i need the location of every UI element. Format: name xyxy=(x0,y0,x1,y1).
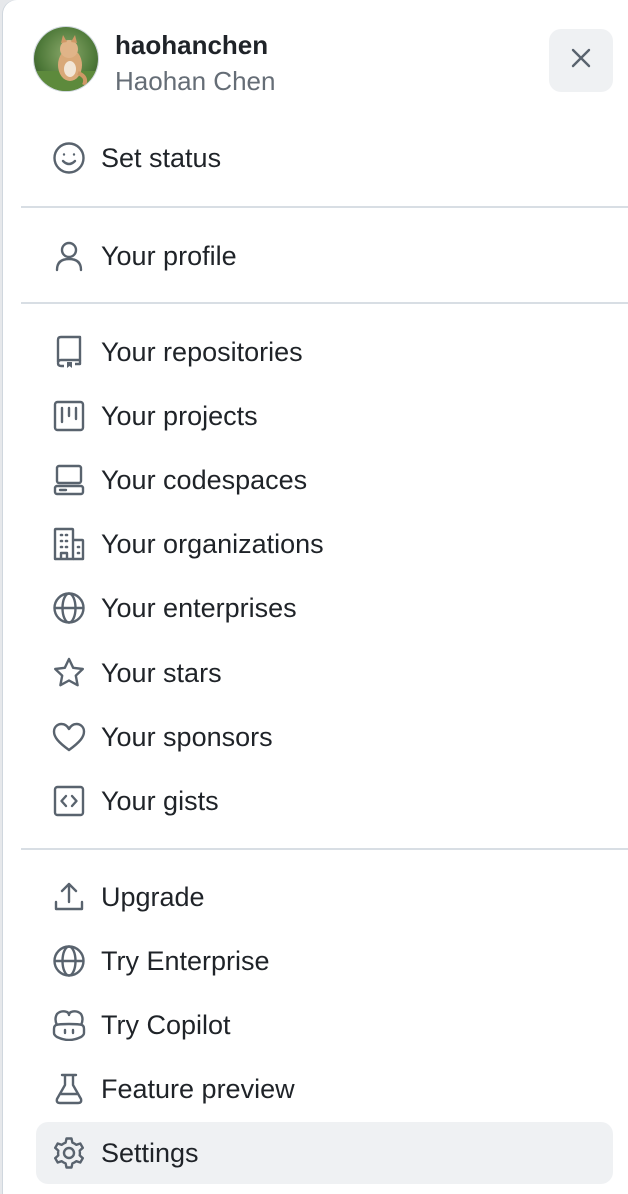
menu-item-label: Feature preview xyxy=(101,1074,295,1104)
star-icon xyxy=(51,655,87,691)
menu-item-projects[interactable]: Your projects xyxy=(36,385,613,447)
menu-item-label: Your sponsors xyxy=(101,722,273,752)
gear-icon xyxy=(51,1135,87,1171)
menu-item-label: Your organizations xyxy=(101,529,324,559)
menu-item-label: Settings xyxy=(101,1138,199,1168)
copilot-icon xyxy=(51,1007,87,1043)
menu-item-label: Try Enterprise xyxy=(101,946,270,976)
menu-item-label: Your projects xyxy=(101,401,258,431)
project-icon xyxy=(51,398,87,434)
menu-item-stars[interactable]: Your stars xyxy=(36,642,613,704)
menu-item-profile[interactable]: Your profile xyxy=(36,225,613,287)
menu-item-label: Your enterprises xyxy=(101,593,297,623)
repo-icon xyxy=(51,334,87,370)
menu-item-label: Your profile xyxy=(101,241,237,271)
menu-item-organizations[interactable]: Your organizations xyxy=(36,513,613,575)
full-name: Haohan Chen xyxy=(115,66,276,96)
menu-item-feature-preview[interactable]: Feature preview xyxy=(36,1058,613,1120)
globe-icon xyxy=(51,943,87,979)
menu-item-label: Your repositories xyxy=(101,337,303,367)
menu-item-upgrade[interactable]: Upgrade xyxy=(36,866,613,928)
menu-item-label: Your stars xyxy=(101,658,222,688)
username: haohanchen xyxy=(115,30,269,60)
person-icon xyxy=(51,238,87,274)
menu-item-enterprises[interactable]: Your enterprises xyxy=(36,577,613,639)
globe-icon xyxy=(51,590,87,626)
menu-item-gists[interactable]: Your gists xyxy=(36,770,613,832)
heart-icon xyxy=(51,719,87,755)
menu-item-set-status[interactable]: Set status xyxy=(36,127,613,189)
menu-item-repositories[interactable]: Your repositories xyxy=(36,321,613,383)
user-header: haohanchen Haohan Chen xyxy=(33,26,613,96)
menu-item-label: Set status xyxy=(101,143,222,173)
code-square-icon xyxy=(51,783,87,819)
menu-item-label: Your gists xyxy=(101,786,219,816)
divider xyxy=(21,206,628,208)
organization-icon xyxy=(51,526,87,562)
close-icon xyxy=(570,47,592,74)
codespaces-icon xyxy=(51,462,87,498)
avatar[interactable] xyxy=(33,26,99,92)
menu-item-try-enterprise[interactable]: Try Enterprise xyxy=(36,930,613,992)
menu-item-codespaces[interactable]: Your codespaces xyxy=(36,449,613,511)
menu-item-label: Try Copilot xyxy=(101,1010,231,1040)
divider xyxy=(21,848,628,850)
menu-item-try-copilot[interactable]: Try Copilot xyxy=(36,994,613,1056)
upload-icon xyxy=(51,879,87,915)
close-button[interactable] xyxy=(549,29,613,92)
menu-item-label: Your codespaces xyxy=(101,465,308,495)
beaker-icon xyxy=(51,1071,87,1107)
user-menu-panel: haohanchen Haohan Chen Set status Your p… xyxy=(3,0,628,1194)
smiley-icon xyxy=(51,140,87,176)
menu-item-label: Upgrade xyxy=(101,882,205,912)
menu-item-sponsors[interactable]: Your sponsors xyxy=(36,706,613,768)
menu-item-settings[interactable]: Settings xyxy=(36,1122,613,1184)
divider xyxy=(21,302,628,304)
